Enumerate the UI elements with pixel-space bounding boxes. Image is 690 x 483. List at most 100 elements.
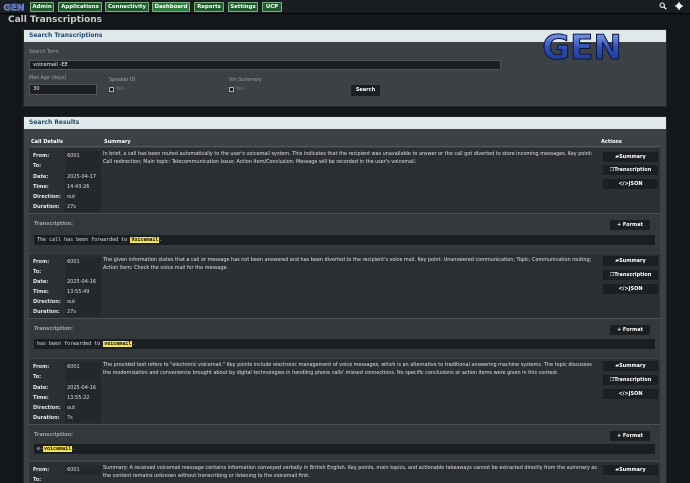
gen-small-logo[interactable]: GEN [2,2,26,12]
duration-value: 27s [67,309,76,315]
from-label: From: [33,364,50,370]
summary-text: Summary: A received voicemail message co… [103,465,597,479]
speaker-id-checkbox[interactable] [109,87,114,92]
summary-button[interactable]: ▰Summary [603,256,658,266]
transcription-section: Transcription: + Format has been forward… [29,318,660,358]
format-button[interactable]: + Format [610,325,650,335]
time-label: Time: [33,395,49,401]
search-icon[interactable] [658,2,668,12]
summary-text: The provided text refers to "electronic … [103,362,592,376]
date-value: 2025-04-16 [67,279,97,285]
gear-icon[interactable] [674,2,684,12]
duration-value: 27s [67,204,76,210]
format-button[interactable]: + Format [610,220,650,230]
plus-icon: + [616,222,622,228]
duration-label: Duration: [33,415,60,421]
date-value: 2025-04-17 [67,174,97,180]
speaker-id-yes: Yes [116,86,125,92]
transcription-section: Transcription: + Format The call has bee… [29,213,660,253]
nav-admin[interactable]: Admin [30,2,54,12]
time-label: Time: [33,289,49,295]
search-button[interactable]: Search [351,85,380,96]
transcription-text: The call has been forwarded to Voicemail… [34,235,655,245]
from-label: From: [33,259,50,265]
nav-connectivity[interactable]: Connectivity [105,2,149,12]
transcription-text: e-voicemail. [34,444,655,454]
date-value: 2025-04-16 [67,385,97,391]
results-table-header: Call Details Summary Actions [29,137,660,147]
from-value: 6001 [67,364,80,370]
svg-text:GEN: GEN [3,4,24,13]
from-label: From: [33,467,50,473]
transcription-label: Transcription: [34,432,74,438]
date-label: Date: [33,385,49,391]
vm-summary-checkbox[interactable] [229,87,234,92]
json-button[interactable]: </>JSON [603,389,658,399]
nav-applications[interactable]: Applications [58,2,102,12]
summary-text: The given information states that a call… [103,257,592,271]
summary-button[interactable]: ▰Summary [603,152,658,162]
code-icon: </> [618,181,629,187]
to-label: To: [33,374,42,380]
table-row: From: 6001 To: Date: 2025-04-17 Time: 14:43… [29,148,660,213]
nav-dashboard[interactable]: Dashboard [152,2,190,12]
transcription-label: Transcription: [34,326,74,332]
to-label: To: [33,163,42,169]
direction-value: out [67,299,76,305]
vm-summary-label: Vm Summary [229,78,262,83]
from-label: From: [33,153,50,159]
direction-label: Direction: [33,299,61,305]
max-age-input[interactable]: 30 [29,84,97,95]
date-label: Date: [33,174,49,180]
nav-settings[interactable]: Settings [228,2,258,12]
from-value: 6001 [67,467,80,473]
transcription-button[interactable]: ❐Transcription [603,375,658,385]
time-value: 13:55:22 [67,395,90,401]
json-button[interactable]: </>JSON [603,284,658,294]
code-icon: </> [618,286,629,292]
time-value: 13:55:49 [67,289,90,295]
gen-logo: GEN [542,28,623,67]
results-panel-title: Search Results [24,117,666,129]
col-call-details: Call Details [31,139,63,145]
direction-label: Direction: [33,194,61,200]
transcription-label: Transcription: [34,221,74,227]
col-actions: Actions [601,139,622,145]
top-nav-bar: GEN Admin Applications Connectivity Dash… [0,0,690,14]
vm-summary-yes: Yes [236,86,245,92]
plus-icon: + [616,327,622,333]
direction-value: out [67,194,76,200]
table-row: From: 6001 To: Date: 2025-04-16 Time: 13:55… [29,254,660,318]
transcription-section: Transcription: + Format e-voicemail. [29,424,660,460]
duration-label: Duration: [33,204,60,210]
time-label: Time: [33,184,49,190]
table-row: From: 6001 To: Summary: A received voicem… [29,462,660,483]
search-term-label: Search Term [29,50,59,55]
nav-reports[interactable]: Reports [194,2,224,12]
duration-value: 7s [67,415,73,421]
transcription-button[interactable]: ❐Transcription [603,270,658,280]
summary-text: In brief, a call has been routed automat… [103,151,593,165]
summary-button[interactable]: ▰Summary [603,465,658,475]
page-title: Call Transcriptions [8,15,103,25]
to-label: To: [33,477,42,483]
to-label: To: [33,269,42,275]
search-highlight: voicemail [103,341,133,347]
speaker-id-label: Speaker ID [109,78,136,83]
table-row: From: 6001 To: Date: 2025-04-16 Time: 13:55… [29,359,660,424]
transcription-button[interactable]: ❐Transcription [603,165,658,175]
direction-value: out [67,405,76,411]
max-age-label: Max Age (days) [29,76,67,81]
json-button[interactable]: </>JSON [603,179,658,189]
direction-label: Direction: [33,405,61,411]
svg-text:GEN: GEN [542,28,622,66]
summary-button[interactable]: ▰Summary [603,361,658,371]
date-label: Date: [33,279,49,285]
search-highlight: Voicemail [130,237,160,243]
nav-ucp[interactable]: UCP [262,2,282,12]
search-term-input[interactable]: voicemail -EE [29,60,501,70]
from-value: 6001 [67,259,80,265]
from-value: 6001 [67,153,80,159]
format-button[interactable]: + Format [610,431,650,441]
col-summary: Summary [104,139,131,145]
